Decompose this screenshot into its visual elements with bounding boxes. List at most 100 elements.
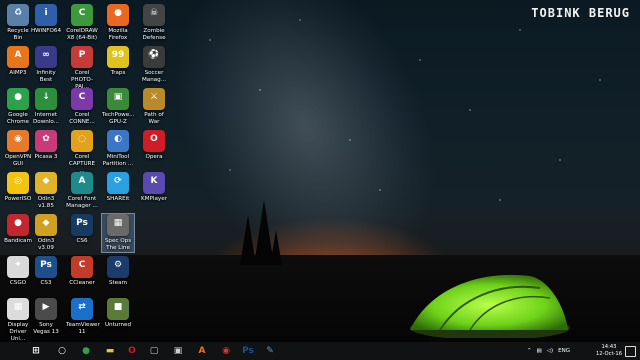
desktop-icon-label: Zombie Defense — [142, 28, 166, 41]
specops-icon: ▦ — [107, 214, 129, 236]
gpuz-icon: ▣ — [107, 88, 129, 110]
desktop-icon[interactable]: ↓ Internet Downlo... — [30, 88, 62, 126]
desktop-icon[interactable]: C Corel CONNE... — [66, 88, 98, 126]
desktop-icon-label: Unturned — [104, 322, 132, 328]
opera-icon: O — [143, 130, 165, 152]
hwinfo-icon: i — [35, 4, 57, 26]
window-icon[interactable]: ▢ — [148, 345, 160, 357]
minitool-icon: ◐ — [107, 130, 129, 152]
desktop-icon-label: TeamViewer 11 — [66, 322, 100, 335]
desktop-icon[interactable]: i HWiNFO64 — [30, 4, 62, 35]
desktop-icon[interactable]: C CorelDRAW X8 (64-Bit) — [66, 4, 98, 42]
taskbar: ⊞ ○ ● ▬ O ▢ ▣ A ◉ Ps ✎ ⌃ ▤ ◁) ENG 14:43 12-Oct-16 — [0, 342, 640, 360]
tray-chevron-icon[interactable]: ⌃ — [527, 348, 532, 354]
bandicam-icon: ● — [7, 214, 29, 236]
desktop-icon[interactable]: A Corel Font Manager ... — [66, 172, 98, 210]
desktop-icon-label: KMPlayer — [141, 196, 167, 202]
desktop-icon-label: Soccer Manag... — [141, 70, 167, 83]
desktop-icon[interactable]: ▶ Sony Vegas 13 — [30, 298, 62, 336]
desktop-icon[interactable]: O Opera — [138, 130, 170, 161]
watermark-text: TOBINK BERUG — [531, 6, 630, 20]
traps-icon: 99 — [107, 46, 129, 68]
desktop-icon[interactable]: ● Mozilla Firefox — [102, 4, 134, 42]
kmplayer-icon: K — [143, 172, 165, 194]
firefox-icon: ● — [107, 4, 129, 26]
media-icon[interactable]: ▣ — [172, 345, 184, 357]
teamviewer-icon: ⇄ — [71, 298, 93, 320]
desktop-icon-label: CS6 — [76, 238, 88, 244]
desktop-icon[interactable]: ▣ TechPowe... GPU-Z — [102, 88, 134, 126]
unturned-icon: ■ — [107, 298, 129, 320]
desktop-icon[interactable]: ∞ Infinity Best — [30, 46, 62, 84]
notification-icon[interactable] — [625, 346, 636, 357]
zombie-defense-icon: ☠ — [143, 4, 165, 26]
odin-icon: ◆ — [35, 172, 57, 194]
vegas-icon: ▶ — [35, 298, 57, 320]
odin-icon: ◆ — [35, 214, 57, 236]
desktop-icon-label: Path of War — [144, 112, 164, 125]
desktop-icon-label: Sony Vegas 13 — [33, 322, 59, 335]
desktop-icon[interactable]: ◐ MiniTool Partition ... — [102, 130, 134, 168]
desktop-icon-label: Mozilla Firefox — [108, 28, 128, 41]
desktop-icon-label: CCleaner — [69, 280, 95, 286]
volume-icon[interactable]: ◁) — [547, 348, 553, 354]
corel-capture-icon: ◌ — [71, 130, 93, 152]
poweriso-icon: ◎ — [7, 172, 29, 194]
aimp-icon: A — [7, 46, 29, 68]
ccleaner-icon: C — [71, 256, 93, 278]
desktop-icon[interactable]: ☠ Zombie Defense — [138, 4, 170, 42]
desktop-icon-label: SHAREit — [106, 196, 130, 202]
desktop-icon[interactable]: P Corel PHOTO-PAI... — [66, 46, 98, 91]
start-icon[interactable]: ⊞ — [30, 345, 42, 357]
desktop-icon-label: CorelDRAW X8 (64-Bit) — [66, 28, 98, 41]
desktop-icon-label: CS3 — [40, 280, 52, 286]
corel-photopaint-icon: P — [71, 46, 93, 68]
desktop-icon-label: Odin3 v3.09 — [37, 238, 55, 251]
desktop-icon[interactable]: ⚔ Path of War — [138, 88, 170, 126]
game-icon[interactable]: ◉ — [220, 345, 232, 357]
clock[interactable]: 14:43 12-Oct-16 — [596, 344, 622, 358]
desktop-icon[interactable]: ✿ Picasa 3 — [30, 130, 62, 161]
desktop-icon[interactable]: ⚽ Soccer Manag... — [138, 46, 170, 84]
desktop-icon[interactable]: C CCleaner — [66, 256, 98, 287]
tent — [410, 274, 570, 338]
clock-time: 14:43 — [601, 344, 617, 350]
opera-icon[interactable]: O — [126, 345, 138, 357]
soccer-manager-icon: ⚽ — [143, 46, 165, 68]
search-icon[interactable]: ○ — [56, 345, 68, 357]
clock-date: 12-Oct-16 — [595, 351, 622, 357]
desktop-icon-label: Internet Downlo... — [32, 112, 60, 125]
photoshop-icon[interactable]: Ps — [242, 345, 254, 357]
desktop-icon[interactable]: ⇄ TeamViewer 11 — [66, 298, 100, 336]
file-explorer-icon[interactable]: ▬ — [104, 345, 116, 357]
desktop-icon[interactable]: ▦ Spec Ops The Line — [101, 213, 135, 253]
language-indicator[interactable]: ENG — [558, 348, 570, 354]
utility-icon[interactable]: ✎ — [264, 345, 276, 357]
desktop-icon-label: Infinity Best — [36, 70, 56, 83]
network-icon[interactable]: ▤ — [537, 348, 542, 354]
aimp-icon[interactable]: A — [196, 345, 208, 357]
desktop-icon-label: Traps — [110, 70, 126, 76]
coreldraw-icon: C — [71, 4, 93, 26]
chrome-icon[interactable]: ● — [80, 345, 92, 357]
desktop-icon[interactable]: ◆ Odin3 v3.09 — [30, 214, 62, 252]
desktop-icon[interactable]: ⚙ Steam — [102, 256, 134, 287]
picasa-icon: ✿ — [35, 130, 57, 152]
photoshop-cs6-icon: Ps — [71, 214, 93, 236]
desktop-icon[interactable]: K KMPlayer — [138, 172, 170, 203]
desktop-icon[interactable]: ◆ Odin3 v1.85 — [30, 172, 62, 210]
desktop-icon[interactable]: 99 Traps — [102, 46, 134, 77]
infinity-icon: ∞ — [35, 46, 57, 68]
openvpn-icon: ◉ — [7, 130, 29, 152]
desktop-icon[interactable]: Ps CS3 — [30, 256, 62, 287]
desktop-icon-label: TechPowe... GPU-Z — [102, 112, 135, 125]
desktop-icon[interactable]: ■ Unturned — [102, 298, 134, 329]
desktop-icon-label: Opera — [145, 154, 163, 160]
desktop-icon[interactable]: Ps CS6 — [66, 214, 98, 245]
desktop-icon[interactable]: ⟳ SHAREit — [102, 172, 134, 203]
recycle-bin-icon: ♻ — [7, 4, 29, 26]
desktop-icon[interactable]: ◌ Corel CAPTURE ... — [66, 130, 98, 175]
idm-icon: ↓ — [35, 88, 57, 110]
desktop-icon-label: Corel CONNE... — [69, 112, 95, 125]
path-of-war-icon: ⚔ — [143, 88, 165, 110]
